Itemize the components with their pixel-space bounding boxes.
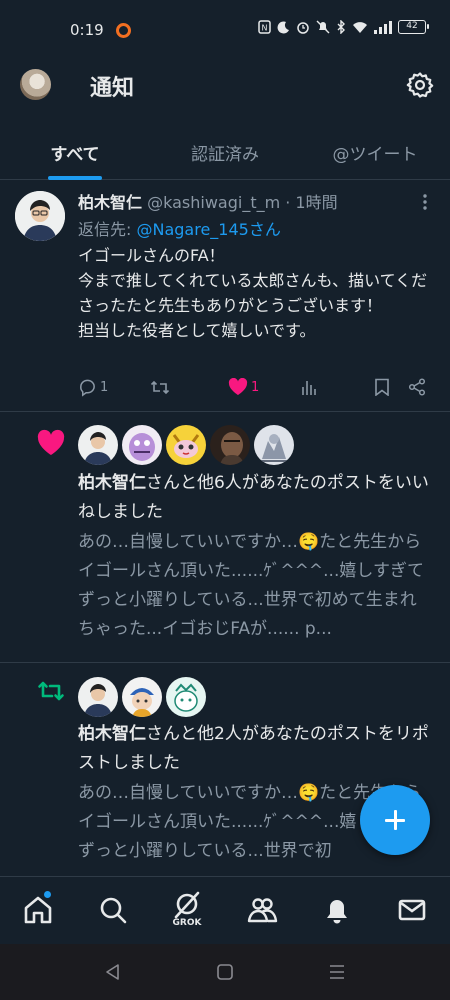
moon-icon xyxy=(277,20,289,33)
actor-avatar[interactable] xyxy=(254,425,294,465)
tweet-time: · 1時間 xyxy=(280,193,338,212)
search-icon[interactable] xyxy=(97,894,129,926)
actor-avatars xyxy=(78,677,206,717)
signal-icon xyxy=(374,20,392,34)
actor-avatar[interactable] xyxy=(210,425,250,465)
compose-post-button[interactable] xyxy=(360,785,430,855)
battery-icon: 42 xyxy=(398,20,429,34)
repost-icon xyxy=(38,681,64,701)
reply-icon xyxy=(80,379,95,397)
notification-tabs: すべて 認証済み @ツイート xyxy=(0,130,450,180)
home-icon[interactable] xyxy=(22,894,54,926)
app-header: 通知 xyxy=(0,60,450,112)
profile-avatar[interactable] xyxy=(20,69,51,100)
page-title: 通知 xyxy=(90,76,135,101)
author-name[interactable]: 柏木智仁 xyxy=(78,193,142,212)
actor-avatar[interactable] xyxy=(78,425,118,465)
actor-avatars xyxy=(78,425,294,465)
notifications-icon[interactable] xyxy=(321,894,353,926)
system-navigation-bar xyxy=(0,944,450,1000)
home-unread-dot xyxy=(44,891,51,898)
reply-button[interactable]: 1 xyxy=(78,378,108,397)
more-options-icon[interactable] xyxy=(417,193,433,211)
nfc-icon: N xyxy=(258,20,271,34)
like-button[interactable]: 1 xyxy=(228,378,259,396)
alarm-icon xyxy=(297,22,309,34)
retweet-button[interactable] xyxy=(150,378,170,397)
retweet-icon xyxy=(150,380,170,395)
bottom-navigation: GROK xyxy=(0,876,450,944)
tweet-body: イゴールさんのFA！ 今まで推してくれている太郎さんも、描いてくださったたと先生… xyxy=(78,246,428,340)
actor-avatar[interactable] xyxy=(78,677,118,717)
reply-count: 1 xyxy=(100,380,109,395)
tweet-header: 柏木智仁 @kashiwagi_t_m · 1時間 xyxy=(78,189,338,213)
bookmark-icon xyxy=(375,378,389,396)
status-bar: 0:19 N 42 xyxy=(0,0,450,60)
like-notification[interactable]: 柏木智仁さんと他6人があなたのポストをいいねしました あの…自慢していいですか…… xyxy=(0,412,450,663)
view-stats-button[interactable] xyxy=(300,378,318,396)
heart-icon xyxy=(37,429,65,455)
tab-all[interactable]: すべて xyxy=(0,130,150,180)
messages-icon[interactable] xyxy=(396,894,428,926)
actor-name[interactable]: 柏木智仁 xyxy=(78,473,146,493)
like-count: 1 xyxy=(251,379,260,395)
actor-avatar[interactable] xyxy=(166,677,206,717)
notification-text: 柏木智仁さんと他2人があなたのポストをリポストしました xyxy=(78,720,440,778)
tab-verified[interactable]: 認証済み xyxy=(150,130,300,179)
reply-tweet[interactable]: 柏木智仁 @kashiwagi_t_m · 1時間 返信先: @Nagare_1… xyxy=(0,180,450,412)
quoted-post-text: あの…自慢していいですか…🤤たと先生からイゴールさん頂いた......ｹﾞ^^^… xyxy=(78,532,425,639)
communities-icon[interactable] xyxy=(246,894,278,926)
actor-avatar[interactable] xyxy=(122,677,162,717)
tab-mentions[interactable]: @ツイート xyxy=(300,130,450,179)
author-avatar[interactable] xyxy=(15,191,65,241)
gear-icon[interactable] xyxy=(405,70,435,100)
mute-icon xyxy=(316,20,330,34)
actor-avatar[interactable] xyxy=(166,425,206,465)
status-icons: N 42 xyxy=(258,20,429,34)
notification-text: 柏木智仁さんと他6人があなたのポストをいいねしました xyxy=(78,469,440,527)
tweet-actions: 1 1 xyxy=(78,378,438,402)
heart-filled-icon xyxy=(228,378,248,395)
svg-text:N: N xyxy=(262,24,268,33)
analytics-icon xyxy=(302,381,316,395)
share-icon xyxy=(408,378,426,396)
reply-prefix: 返信先: xyxy=(78,220,137,239)
notification-feed: 柏木智仁 @kashiwagi_t_m · 1時間 返信先: @Nagare_1… xyxy=(0,180,450,876)
status-time: 0:19 xyxy=(70,21,104,39)
bookmark-button[interactable] xyxy=(374,378,390,396)
share-button[interactable] xyxy=(408,378,426,396)
wifi-icon xyxy=(353,21,367,33)
back-icon[interactable] xyxy=(104,963,122,981)
actor-avatar[interactable] xyxy=(122,425,162,465)
actor-name[interactable]: 柏木智仁 xyxy=(78,724,146,744)
bluetooth-icon xyxy=(337,20,345,34)
grok-label: GROK xyxy=(172,918,202,928)
home-button-icon[interactable] xyxy=(216,963,234,981)
reply-to-line: 返信先: @Nagare_145さん xyxy=(78,216,281,240)
recording-icon xyxy=(116,23,131,38)
author-handle: @kashiwagi_t_m xyxy=(147,193,281,212)
recents-icon[interactable] xyxy=(328,963,346,981)
reply-mention-link[interactable]: @Nagare_145さん xyxy=(136,220,280,239)
